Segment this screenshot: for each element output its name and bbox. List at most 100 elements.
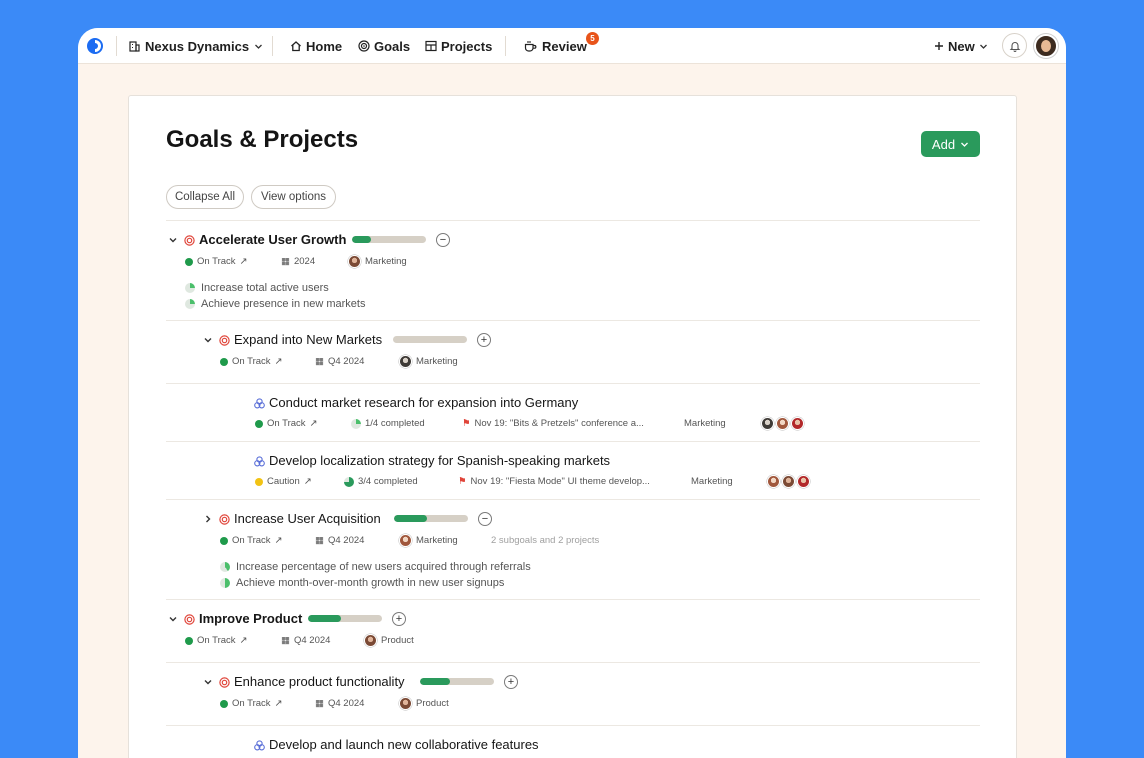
status[interactable]: Caution ↗	[255, 476, 312, 487]
due-date: ▦ Q4 2024	[281, 635, 331, 646]
contributors[interactable]	[767, 475, 810, 488]
status-dot	[255, 477, 263, 486]
expand-button[interactable]: +	[477, 333, 491, 347]
goal-target-icon	[184, 235, 195, 246]
status[interactable]: On Track ↗	[185, 256, 248, 267]
target-item[interactable]: Achieve presence in new markets	[185, 298, 365, 310]
goal-progress-bar	[420, 678, 494, 685]
expand-button[interactable]: +	[504, 675, 518, 689]
due-date: ▦ 2024	[281, 256, 316, 267]
status-dot	[185, 257, 193, 266]
owner[interactable]: Marketing	[684, 418, 726, 429]
status[interactable]: On Track ↗	[220, 698, 283, 709]
new-button[interactable]: New	[934, 28, 988, 64]
plus-icon	[935, 42, 943, 50]
goal-title[interactable]: Enhance product functionality	[234, 674, 405, 689]
collapse-button[interactable]: −	[478, 512, 492, 526]
chevron-down-icon[interactable]	[168, 235, 178, 245]
goal-target-icon	[219, 514, 230, 525]
arrow-up-right-icon: ↗	[239, 635, 248, 646]
arrow-up-right-icon: ↗	[303, 476, 312, 487]
status[interactable]: On Track ↗	[255, 418, 318, 429]
status[interactable]: On Track ↗	[220, 535, 283, 546]
nav-home[interactable]: Home	[290, 28, 342, 64]
goal-title[interactable]: Improve Product	[199, 611, 302, 626]
status-dot	[220, 357, 228, 366]
coffee-icon	[524, 41, 537, 52]
status-dot	[220, 536, 228, 545]
target-item[interactable]: Increase percentage of new users acquire…	[220, 561, 531, 573]
avatar	[761, 417, 774, 430]
org-switcher[interactable]: Nexus Dynamics	[129, 28, 263, 64]
due-date: ▦ Q4 2024	[315, 535, 365, 546]
chevron-down-icon[interactable]	[168, 614, 178, 624]
project-title[interactable]: Conduct market research for expansion in…	[269, 395, 578, 410]
app-logo[interactable]	[86, 28, 104, 64]
status[interactable]: On Track ↗	[185, 635, 248, 646]
building-icon	[129, 40, 140, 52]
milestone[interactable]: ⚑ Nov 19: "Fiesta Mode" UI theme develop.…	[458, 476, 650, 487]
arrow-up-right-icon: ↗	[309, 418, 318, 429]
divider	[166, 725, 980, 726]
collapse-button[interactable]: −	[436, 233, 450, 247]
due-date: ▦ Q4 2024	[315, 698, 365, 709]
chevron-down-icon	[255, 44, 263, 49]
goal-title[interactable]: Expand into New Markets	[234, 332, 382, 347]
owner[interactable]: Marketing	[399, 534, 458, 547]
view-options-button[interactable]: View options	[251, 185, 336, 209]
pie-progress-icon	[220, 562, 230, 572]
avatar	[797, 475, 810, 488]
goal-progress-bar	[308, 615, 382, 622]
divider	[272, 36, 273, 56]
contributors[interactable]	[761, 417, 804, 430]
flag-icon: ⚑	[462, 418, 471, 429]
status-dot	[185, 636, 193, 645]
calendar-icon: ▦	[315, 698, 324, 709]
target-item[interactable]: Achieve month-over-month growth in new u…	[220, 577, 504, 589]
project-title[interactable]: Develop and launch new collaborative fea…	[269, 737, 539, 752]
project-title[interactable]: Develop localization strategy for Spanis…	[269, 453, 610, 468]
owner[interactable]: Marketing	[691, 476, 733, 487]
divider	[166, 220, 980, 221]
chevron-down-icon	[979, 44, 987, 49]
arrow-up-right-icon: ↗	[274, 698, 283, 709]
flag-icon: ⚑	[458, 476, 467, 487]
project-icon	[254, 740, 265, 751]
nav-projects[interactable]: Projects	[425, 28, 492, 64]
notifications-button[interactable]	[1002, 33, 1027, 58]
chevron-down-icon[interactable]	[203, 677, 213, 687]
chevron-down-icon[interactable]	[203, 335, 213, 345]
goals-projects-panel: Goals & Projects Add Collapse All View o…	[128, 95, 1017, 758]
due-date: ▦ Q4 2024	[315, 356, 365, 367]
expand-button[interactable]: +	[392, 612, 406, 626]
owner[interactable]: Marketing	[348, 255, 407, 268]
org-name: Nexus Dynamics	[145, 38, 250, 54]
user-avatar[interactable]	[1034, 34, 1058, 58]
avatar	[348, 255, 361, 268]
app-window: Nexus Dynamics Home Goals Projects Revie…	[78, 28, 1066, 758]
top-navigation-bar: Nexus Dynamics Home Goals Projects Revie…	[78, 28, 1066, 64]
add-button[interactable]: Add	[921, 131, 980, 157]
avatar	[364, 634, 377, 647]
collapse-all-button[interactable]: Collapse All	[166, 185, 244, 209]
owner[interactable]: Marketing	[399, 355, 458, 368]
status-dot	[255, 419, 263, 428]
goal-title[interactable]: Increase User Acquisition	[234, 511, 381, 526]
nav-review[interactable]: Review	[524, 28, 587, 64]
goal-target-icon	[219, 335, 230, 346]
milestone[interactable]: ⚑ Nov 19: "Bits & Pretzels" conference a.…	[462, 418, 644, 429]
divider	[166, 499, 980, 500]
progress-fill	[308, 615, 341, 622]
owner[interactable]: Product	[399, 697, 449, 710]
status[interactable]: On Track ↗	[220, 356, 283, 367]
goal-title[interactable]: Accelerate User Growth	[199, 232, 346, 247]
divider	[166, 320, 980, 321]
target-item[interactable]: Increase total active users	[185, 282, 329, 294]
nav-goals[interactable]: Goals	[358, 28, 410, 64]
progress-fill	[420, 678, 450, 685]
avatar	[791, 417, 804, 430]
chevron-right-icon[interactable]	[203, 514, 213, 524]
arrow-up-right-icon: ↗	[239, 256, 248, 267]
owner[interactable]: Product	[364, 634, 414, 647]
avatar	[399, 534, 412, 547]
